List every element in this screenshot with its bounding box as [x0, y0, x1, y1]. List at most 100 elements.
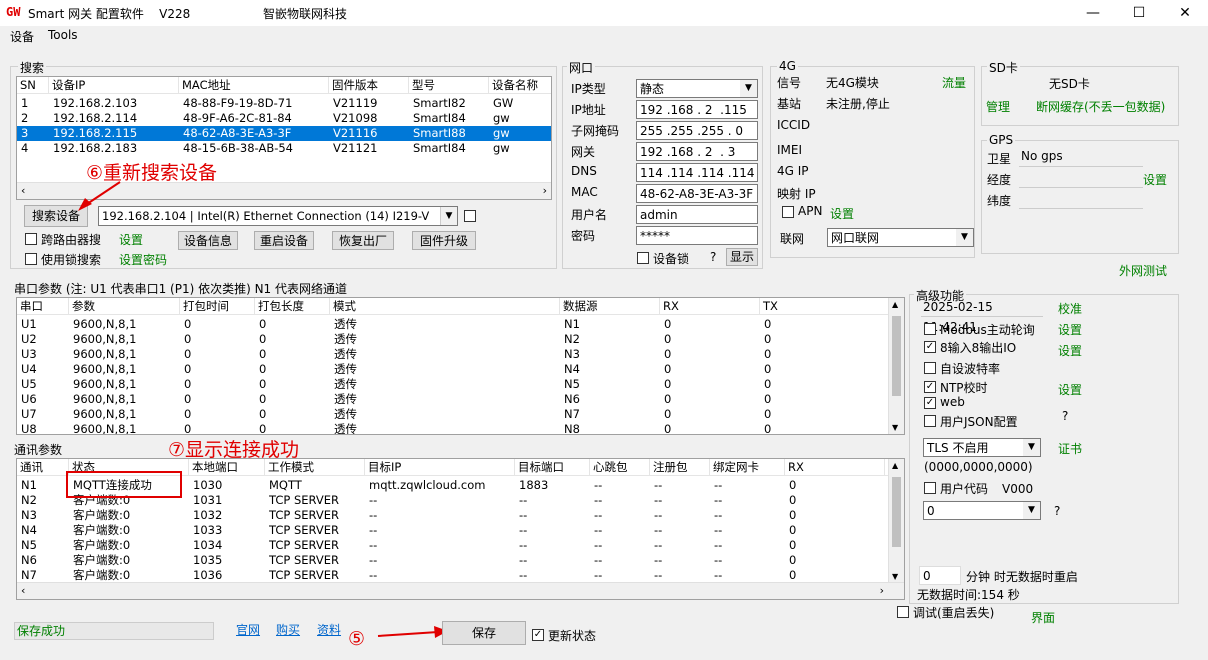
scroll-right-icon[interactable]: ›: [880, 584, 884, 597]
col-heartbeat[interactable]: 心跳包: [590, 459, 650, 476]
use-lock-checkbox[interactable]: [25, 253, 37, 265]
adapter-select[interactable]: 192.168.2.104 | Intel(R) Ethernet Connec…: [98, 206, 458, 226]
adapter-checkbox[interactable]: [464, 210, 476, 222]
web-checkbox[interactable]: ✓: [924, 397, 936, 409]
serial-row[interactable]: U6 9600,N,8,1 0 0 透传 N6 0 0: [17, 392, 904, 407]
cross-router-checkbox[interactable]: [25, 233, 37, 245]
col-target-ip[interactable]: 目标IP: [365, 459, 515, 476]
comm-list-vscroll[interactable]: ▲ ▼: [888, 459, 904, 583]
show-password-button[interactable]: 显示: [726, 248, 758, 266]
scroll-down-icon[interactable]: ▼: [892, 572, 898, 581]
device-row[interactable]: 4 192.168.2.183 48-15-6B-38-AB-54 V21121 Sma…: [17, 141, 551, 156]
scroll-up-icon[interactable]: ▲: [892, 461, 898, 470]
apn-checkbox[interactable]: [782, 206, 794, 218]
col-rx[interactable]: RX: [660, 298, 760, 315]
mac-input[interactable]: 48-62-A8-3E-A3-3F: [636, 184, 758, 203]
col-source[interactable]: 数据源: [560, 298, 660, 315]
update-status-checkbox[interactable]: ✓: [532, 629, 544, 641]
network-select[interactable]: 网口联网: [827, 228, 974, 247]
chevron-down-icon[interactable]: ▼: [1023, 439, 1040, 456]
modbus-checkbox[interactable]: [924, 323, 936, 335]
col-firmware[interactable]: 固件版本: [329, 77, 409, 94]
col-mode[interactable]: 模式: [330, 298, 560, 315]
sd-manage-link[interactable]: 管理: [986, 98, 1010, 115]
official-site-link[interactable]: 官网: [236, 621, 260, 638]
serial-row[interactable]: U8 9600,N,8,1 0 0 透传 N8 0 0: [17, 422, 904, 434]
device-row[interactable]: 2 192.168.2.114 48-9F-A6-2C-81-84 V21098 Sma…: [17, 111, 551, 126]
col-port[interactable]: 串口: [17, 298, 69, 315]
restart-device-button[interactable]: 重启设备: [254, 231, 314, 250]
col-comm-rx[interactable]: RX: [785, 459, 885, 476]
scroll-thumb[interactable]: [892, 477, 901, 547]
restart-minutes-input[interactable]: 0: [919, 566, 961, 585]
scroll-down-icon[interactable]: ▼: [892, 423, 898, 432]
apn-settings-link[interactable]: 设置: [830, 205, 854, 222]
col-ip[interactable]: 设备IP: [49, 77, 179, 94]
set-password-link[interactable]: 设置密码: [119, 251, 167, 268]
col-channel[interactable]: 通讯: [17, 459, 69, 476]
debug-checkbox[interactable]: [897, 606, 909, 618]
json-help-icon[interactable]: ?: [1062, 409, 1068, 423]
col-pack-length[interactable]: 打包长度: [255, 298, 330, 315]
comm-list-hscroll[interactable]: ‹ ›: [17, 582, 904, 599]
sd-cache-link[interactable]: 断网缓存(不丢一包数据): [1036, 98, 1165, 115]
serial-list[interactable]: 串口 参数 打包时间 打包长度 模式 数据源 RX TX U1 9600,N,8,…: [16, 297, 905, 435]
chevron-down-icon[interactable]: ▼: [440, 207, 457, 225]
cross-router-settings-link[interactable]: 设置: [119, 231, 143, 248]
col-local-port[interactable]: 本地端口: [189, 459, 265, 476]
modbus-settings-link[interactable]: 设置: [1058, 321, 1082, 338]
gps-settings-link[interactable]: 设置: [1143, 171, 1167, 188]
mask-input[interactable]: 255 .255 .255 . 0: [636, 121, 758, 140]
io-settings-link[interactable]: 设置: [1058, 342, 1082, 359]
chevron-down-icon[interactable]: ▼: [956, 229, 973, 246]
baud-checkbox[interactable]: [924, 362, 936, 374]
comm-row[interactable]: N3 客户端数:0 1032 TCP SERVER -- -- -- -- -- 0: [17, 508, 904, 523]
serial-row[interactable]: U3 9600,N,8,1 0 0 透传 N3 0 0: [17, 347, 904, 362]
comm-row[interactable]: N5 客户端数:0 1034 TCP SERVER -- -- -- -- -- 0: [17, 538, 904, 553]
col-pack-time[interactable]: 打包时间: [180, 298, 255, 315]
close-button[interactable]: ✕: [1162, 0, 1208, 26]
serial-row[interactable]: U7 9600,N,8,1 0 0 透传 N7 0 0: [17, 407, 904, 422]
col-register[interactable]: 注册包: [650, 459, 710, 476]
col-sn[interactable]: SN: [17, 77, 49, 94]
firmware-upgrade-button[interactable]: 固件升级: [412, 231, 476, 250]
col-target-port[interactable]: 目标端口: [515, 459, 590, 476]
minimize-button[interactable]: —: [1070, 0, 1116, 26]
menu-device[interactable]: 设备: [10, 28, 34, 45]
user-code-help-icon[interactable]: ?: [1054, 504, 1060, 518]
device-lock-checkbox[interactable]: [637, 252, 649, 264]
scroll-up-icon[interactable]: ▲: [892, 300, 898, 309]
col-name[interactable]: 设备名称: [489, 77, 551, 94]
serial-row[interactable]: U1 9600,N,8,1 0 0 透传 N1 0 0: [17, 317, 904, 332]
serial-row[interactable]: U5 9600,N,8,1 0 0 透传 N5 0 0: [17, 377, 904, 392]
buy-link[interactable]: 购买: [276, 621, 300, 638]
scroll-right-icon[interactable]: ›: [543, 184, 547, 197]
col-mac[interactable]: MAC地址: [179, 77, 329, 94]
chevron-down-icon[interactable]: ▼: [1023, 502, 1040, 519]
device-info-button[interactable]: 设备信息: [178, 231, 238, 250]
scroll-left-icon[interactable]: ‹: [21, 184, 25, 197]
comm-row[interactable]: N4 客户端数:0 1033 TCP SERVER -- -- -- -- -- 0: [17, 523, 904, 538]
maximize-button[interactable]: ☐: [1116, 0, 1162, 26]
ntp-checkbox[interactable]: ✓: [924, 381, 936, 393]
serial-row[interactable]: U4 9600,N,8,1 0 0 透传 N4 0 0: [17, 362, 904, 377]
net-help-icon[interactable]: ?: [710, 250, 716, 264]
device-row[interactable]: 1 192.168.2.103 48-88-F9-19-8D-71 V21119 Sma…: [17, 96, 551, 111]
io-checkbox[interactable]: ✓: [924, 341, 936, 353]
ui-link[interactable]: 界面: [1031, 609, 1055, 626]
user-input[interactable]: admin: [636, 205, 758, 224]
traffic-link[interactable]: 流量: [942, 74, 966, 91]
comm-row[interactable]: N6 客户端数:0 1035 TCP SERVER -- -- -- -- -- 0: [17, 553, 904, 568]
col-param[interactable]: 参数: [69, 298, 180, 315]
scroll-thumb[interactable]: [892, 316, 901, 396]
menu-tools[interactable]: Tools: [48, 28, 78, 42]
ip-input[interactable]: 192 .168 . 2 .115: [636, 100, 758, 119]
external-network-test-link[interactable]: 外网测试: [1119, 262, 1167, 279]
calibrate-link[interactable]: 校准: [1058, 300, 1082, 317]
scroll-left-icon[interactable]: ‹: [21, 584, 25, 597]
gateway-input[interactable]: 192 .168 . 2 . 3: [636, 142, 758, 161]
docs-link[interactable]: 资料: [317, 621, 341, 638]
col-tx[interactable]: TX: [760, 298, 890, 315]
password-input[interactable]: *****: [636, 226, 758, 245]
comm-row[interactable]: N7 客户端数:0 1036 TCP SERVER -- -- -- -- -- 0: [17, 568, 904, 583]
